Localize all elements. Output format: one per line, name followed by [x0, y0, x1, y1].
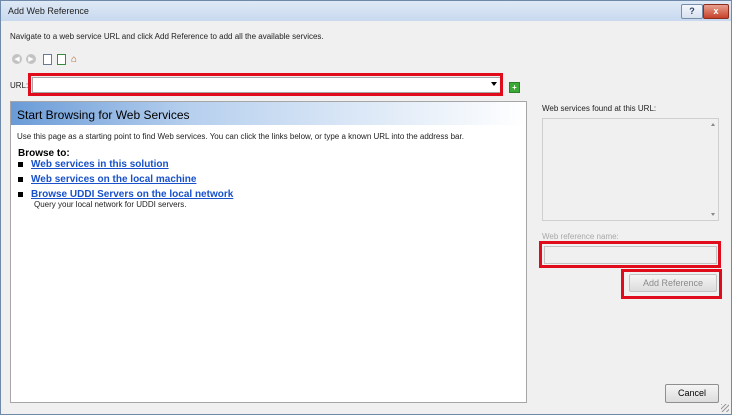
uddi-description: Query your local network for UDDI server… — [34, 200, 187, 209]
refresh-icon[interactable] — [56, 53, 66, 65]
close-button[interactable]: x — [703, 4, 729, 19]
back-icon[interactable]: ◀ — [12, 54, 22, 64]
resize-grip-icon[interactable] — [721, 404, 729, 412]
link-label[interactable]: Web services in this solution — [31, 159, 169, 170]
bullet-icon — [18, 176, 23, 182]
go-button[interactable]: + — [509, 82, 520, 93]
add-reference-button[interactable]: Add Reference — [629, 274, 717, 292]
instructions-text: Navigate to a web service URL and click … — [10, 32, 324, 41]
link-label[interactable]: Web services on the local machine — [31, 174, 196, 185]
add-web-reference-dialog: Add Web Reference ? x Navigate to a web … — [0, 0, 732, 415]
url-label: URL: — [10, 81, 29, 90]
stop-icon[interactable] — [42, 53, 52, 65]
services-found-list[interactable] — [542, 118, 719, 221]
services-found-label: Web services found at this URL: — [542, 104, 657, 113]
browser-banner: Start Browsing for Web Services — [11, 102, 526, 125]
cancel-button[interactable]: Cancel — [665, 384, 719, 403]
url-combobox[interactable] — [32, 77, 501, 93]
link-web-services-local-machine[interactable]: Web services on the local machine — [18, 174, 196, 185]
web-reference-name-label: Web reference name: — [542, 232, 619, 241]
help-button[interactable]: ? — [681, 4, 703, 19]
bullet-icon — [18, 191, 23, 197]
forward-icon[interactable]: ▶ — [26, 54, 36, 64]
bullet-icon — [18, 161, 23, 167]
link-browse-uddi-servers[interactable]: Browse UDDI Servers on the local network — [18, 189, 233, 200]
link-label[interactable]: Browse UDDI Servers on the local network — [31, 189, 233, 200]
window-title: Add Web Reference — [8, 6, 89, 16]
link-web-services-solution[interactable]: Web services in this solution — [18, 159, 169, 170]
scroll-down-icon[interactable] — [711, 213, 715, 216]
chevron-down-icon[interactable] — [491, 82, 497, 86]
title-bar: Add Web Reference ? x — [1, 1, 731, 21]
browser-intro-text: Use this page as a starting point to fin… — [17, 132, 464, 141]
browse-to-label: Browse to: — [18, 148, 70, 159]
web-reference-name-input[interactable] — [544, 246, 717, 264]
browser-pane: Start Browsing for Web Services Use this… — [10, 101, 527, 403]
home-icon[interactable]: ⌂ — [69, 54, 79, 65]
scroll-up-icon[interactable] — [711, 123, 715, 126]
browser-heading: Start Browsing for Web Services — [17, 108, 190, 122]
